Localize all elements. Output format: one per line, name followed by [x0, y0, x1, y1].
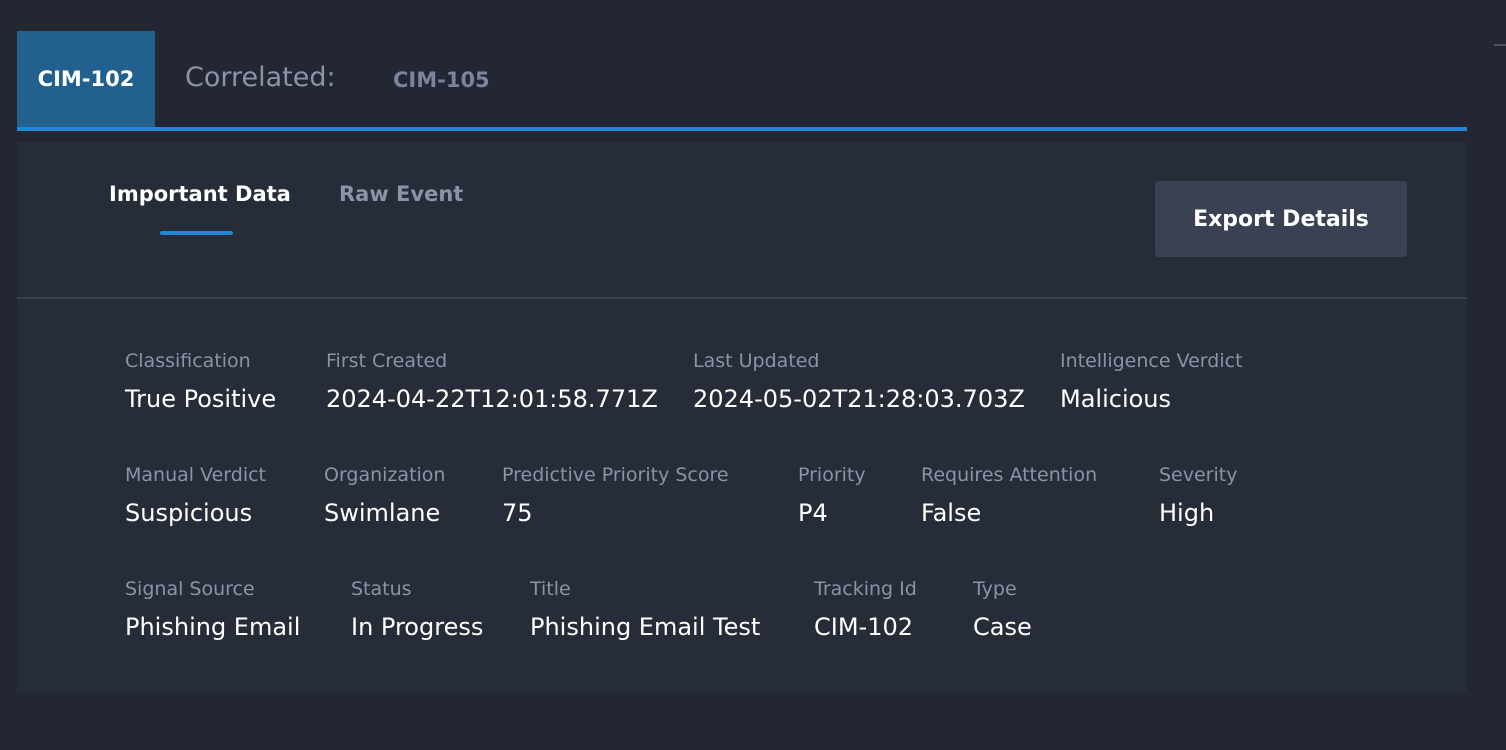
field-severity: Severity High	[1159, 463, 1237, 528]
field-tracking-id: Tracking Id CIM-102	[814, 577, 917, 642]
details-panel: Important Data Raw Event Export Details …	[17, 142, 1467, 693]
field-label: Intelligence Verdict	[1060, 350, 1243, 372]
field-label: Status	[351, 578, 412, 600]
field-type: Type Case	[973, 577, 1032, 642]
field-label: First Created	[326, 350, 448, 372]
field-label: Priority	[798, 464, 866, 486]
field-label: Severity	[1159, 464, 1238, 486]
field-value: Phishing Email Test	[530, 613, 761, 641]
field-priority: Priority P4	[798, 463, 866, 528]
field-first-created: First Created 2024-04-22T12:01:58.771Z	[326, 349, 658, 414]
field-classification: Classification True Positive	[125, 349, 276, 414]
active-tab-indicator	[160, 231, 233, 235]
field-label: Type	[973, 578, 1017, 600]
field-status: Status In Progress	[351, 577, 483, 642]
field-intelligence-verdict: Intelligence Verdict Malicious	[1060, 349, 1243, 414]
field-title: Title Phishing Email Test	[530, 577, 760, 642]
field-value: False	[921, 499, 982, 527]
field-label: Organization	[324, 464, 446, 486]
field-manual-verdict: Manual Verdict Suspicious	[125, 463, 266, 528]
field-value: 2024-05-02T21:28:03.703Z	[693, 385, 1025, 413]
field-value: 2024-04-22T12:01:58.771Z	[326, 385, 658, 413]
field-value: 75	[502, 499, 533, 527]
subtabs-bar: Important Data Raw Event Export Details	[17, 142, 1467, 299]
field-signal-source: Signal Source Phishing Email	[125, 577, 300, 642]
field-last-updated: Last Updated 2024-05-02T21:28:03.703Z	[693, 349, 1025, 414]
field-requires-attention: Requires Attention False	[921, 463, 1097, 528]
tab-cim-105[interactable]: CIM-105	[393, 31, 490, 127]
field-value: High	[1159, 499, 1215, 527]
field-label: Requires Attention	[921, 464, 1098, 486]
field-label: Signal Source	[125, 578, 255, 600]
field-organization: Organization Swimlane	[324, 463, 445, 528]
case-details-page: CIM-102 Correlated: CIM-105 Important Da…	[0, 0, 1506, 750]
case-tabs: CIM-102 Correlated: CIM-105	[17, 31, 1467, 131]
field-value: Suspicious	[125, 499, 253, 527]
export-details-button[interactable]: Export Details	[1155, 181, 1407, 257]
tab-raw-event[interactable]: Raw Event	[339, 182, 463, 206]
tab-cim-102[interactable]: CIM-102	[17, 31, 155, 127]
field-label: Classification	[125, 350, 251, 372]
correlated-label: Correlated:	[185, 62, 336, 93]
tab-important-data[interactable]: Important Data	[109, 182, 291, 206]
field-predictive-priority-score: Predictive Priority Score 75	[502, 463, 729, 528]
field-value: Case	[973, 613, 1032, 641]
field-value: CIM-102	[814, 613, 914, 641]
scrollbar-marker	[1494, 44, 1506, 46]
field-value: True Positive	[125, 385, 277, 413]
field-value: In Progress	[351, 613, 484, 641]
field-label: Tracking Id	[814, 578, 917, 600]
field-label: Last Updated	[693, 350, 820, 372]
field-value: Swimlane	[324, 499, 441, 527]
field-label: Manual Verdict	[125, 464, 267, 486]
field-value: Malicious	[1060, 385, 1172, 413]
field-value: Phishing Email	[125, 613, 301, 641]
field-label: Predictive Priority Score	[502, 464, 729, 486]
field-label: Title	[530, 578, 571, 600]
field-value: P4	[798, 499, 828, 527]
